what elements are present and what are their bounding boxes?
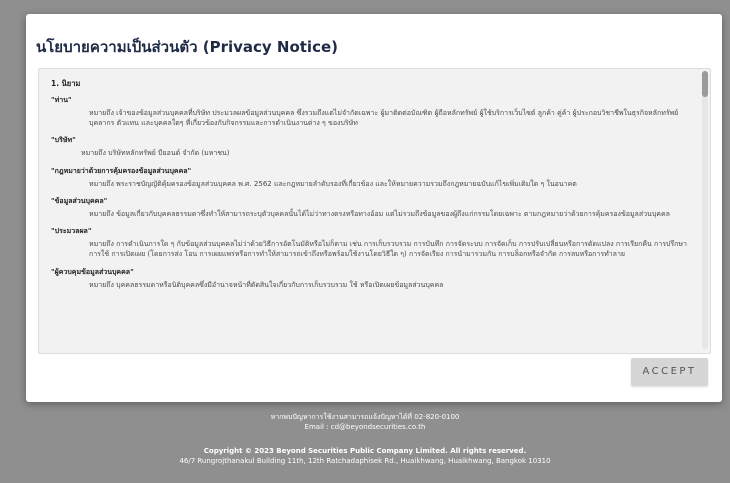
privacy-content-scroll-area[interactable]: 1. นิยาม "ท่าน" หมายถึง เจ้าของข้อมูลส่วน… bbox=[38, 68, 711, 354]
accept-button[interactable]: ACCEPT bbox=[631, 358, 708, 386]
definition-term: "ข้อมูลส่วนบุคคล" bbox=[51, 196, 108, 205]
footer-address: 46/7 Rungrojthanakul Building 11th, 12th… bbox=[179, 457, 551, 466]
definition-term: "กฎหมายว่าด้วยการคุ้มครองข้อมูลส่วนบุคคล… bbox=[51, 166, 192, 175]
definition-text: หมายถึง พระราชบัญญัติคุ้มครองข้อมูลส่วนบ… bbox=[89, 179, 577, 188]
section-title: 1. นิยาม bbox=[51, 79, 81, 88]
footer-contact: หากพบปัญหาการใช้งานสามารถแจ้งปัญหาได้ที่… bbox=[270, 413, 460, 421]
definition-text: หมายถึง เจ้าของข้อมูลส่วนบุคคลที่บริษัท … bbox=[89, 109, 679, 128]
definition-text: หมายถึง การดำเนินการใด ๆ กับข้อมูลส่วนบุ… bbox=[89, 240, 687, 259]
page-footer: หากพบปัญหาการใช้งานสามารถแจ้งปัญหาได้ที่… bbox=[0, 412, 730, 467]
definition-term: "บริษัท" bbox=[51, 136, 76, 145]
definition-term: "ผู้ควบคุมข้อมูลส่วนบุคคล" bbox=[51, 267, 134, 276]
scrollbar-thumb[interactable] bbox=[702, 71, 708, 97]
definition-text: หมายถึง บุคคลธรรมดาหรือนิติบุคคลซึ่งมีอำ… bbox=[89, 280, 444, 289]
modal-title: นโยบายความเป็นส่วนตัว (Privacy Notice) bbox=[36, 38, 338, 56]
definition-term: "ประมวลผล" bbox=[51, 227, 92, 236]
definition-term: "ท่าน" bbox=[51, 95, 72, 104]
footer-email: Email : cd@beyondsecurities.co.th bbox=[304, 423, 426, 432]
privacy-notice-modal: นโยบายความเป็นส่วนตัว (Privacy Notice) 1… bbox=[26, 14, 722, 402]
definition-text: หมายถึง ข้อมูลเกี่ยวกับบุคคลธรรมดาซึ่งทำ… bbox=[89, 210, 670, 218]
privacy-content: 1. นิยาม "ท่าน" หมายถึง เจ้าของข้อมูลส่วน… bbox=[39, 69, 696, 353]
footer-copyright: Copyright © 2023 Beyond Securities Publi… bbox=[203, 447, 527, 456]
scrollbar[interactable] bbox=[702, 71, 708, 349]
definitions-list: "ท่าน" หมายถึง เจ้าของข้อมูลส่วนบุคคลที่บ… bbox=[51, 95, 688, 290]
definition-text: หมายถึง บริษัทหลักทรัพย์ บียอนด์ จำกัด (… bbox=[81, 149, 230, 158]
